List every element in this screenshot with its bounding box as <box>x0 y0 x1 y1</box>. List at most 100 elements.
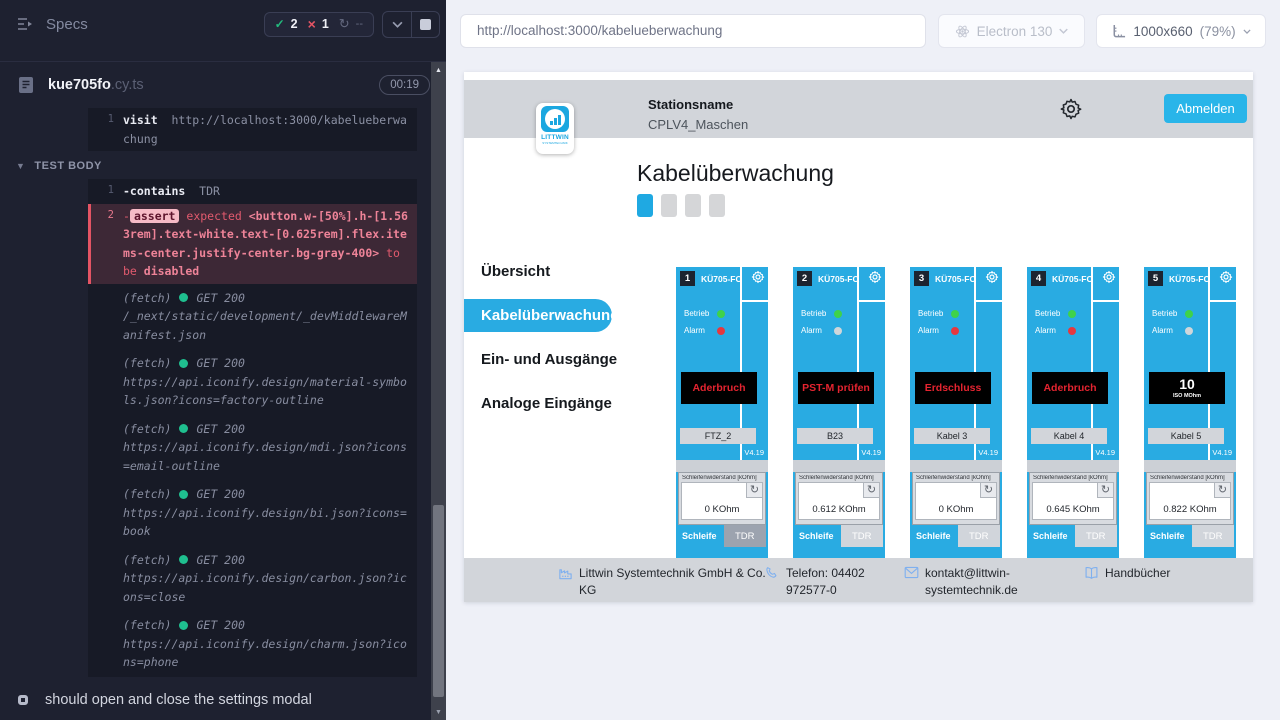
schleife-button[interactable]: Schleife <box>678 525 721 547</box>
page-title: Kabelüberwachung <box>637 160 834 187</box>
rack-tab-rack-2[interactable] <box>661 194 677 217</box>
sidebar-item-übersicht[interactable]: Übersicht <box>464 249 620 293</box>
rack-tab-rack-3[interactable] <box>685 194 701 217</box>
resistance-value-box: ↻ 0.612 KOhm <box>798 482 880 520</box>
visit-command-row[interactable]: 1 visit http://localhost:3000/kabelueber… <box>88 108 417 151</box>
sidebar-item-kabelüberwachung[interactable]: Kabelüberwachung <box>464 299 612 332</box>
alarm-text: Erdschluss <box>925 382 982 394</box>
refresh-icon[interactable]: ↻ <box>1214 483 1230 498</box>
resistance-panel: Schleifenwiderstand [kOhm] ↻ 0.612 KOhm <box>795 472 883 525</box>
tdr-button[interactable]: TDR <box>958 525 1001 547</box>
firmware-version: V4.19 <box>744 448 764 457</box>
stop-icon <box>420 19 431 30</box>
betrieb-label: Betrieb <box>801 309 834 318</box>
assert-state: disabled <box>144 264 199 278</box>
ruler-icon <box>1111 24 1126 39</box>
scroll-down-arrow[interactable]: ▼ <box>431 704 446 720</box>
device-card: 3 KÜ705-FO Betrieb Alarm Erdschluss Kabe… <box>910 267 1002 558</box>
schleife-button[interactable]: Schleife <box>912 525 955 547</box>
station-label: Stationsname <box>648 97 748 112</box>
fetch-log-row[interactable]: (fetch) GET 200 https://api.iconify.desi… <box>88 415 417 481</box>
collapse-chevron-button[interactable] <box>383 12 411 37</box>
fetch-label: (fetch) <box>123 551 171 570</box>
assert-failed-row[interactable]: 2 -assert expected <button.w-[50%].h-[1.… <box>88 204 417 284</box>
footer-text[interactable]: Handbücher <box>1105 565 1215 582</box>
logout-button[interactable]: Abmelden <box>1164 94 1247 123</box>
fetch-log-row[interactable]: (fetch) GET 200 /_next/static/developmen… <box>88 284 417 350</box>
refresh-icon[interactable]: ↻ <box>980 483 996 498</box>
failed-icon: × <box>308 16 316 32</box>
resistance-label: Schleifenwiderstand [kOhm] <box>682 475 763 481</box>
fetch-log-row[interactable]: (fetch) GET 200 https://api.iconify.desi… <box>88 611 417 677</box>
card-bottom-bar <box>910 547 1002 558</box>
fetch-log-row[interactable]: (fetch) GET 200 https://api.iconify.desi… <box>88 349 417 415</box>
card-settings-gear-icon[interactable] <box>868 270 882 284</box>
status-display: 10 ISO MOhm <box>1149 372 1225 404</box>
rack-tab-rack-1[interactable] <box>637 194 653 217</box>
rack-tab-rack-4[interactable] <box>709 194 725 217</box>
card-settings-gear-icon[interactable] <box>1102 270 1116 284</box>
fetch-url: /_next/static/development/_devMiddleware… <box>123 307 407 344</box>
card-settings-gear-icon[interactable] <box>1219 270 1233 284</box>
betrieb-led <box>1185 310 1193 318</box>
url-input[interactable]: http://localhost:3000/kabelueberwachung <box>460 14 926 48</box>
iso-value: 10 <box>1179 377 1195 392</box>
schleife-button[interactable]: Schleife <box>795 525 838 547</box>
chevron-down-icon: ▼ <box>16 161 25 171</box>
firmware-version: V4.19 <box>1212 448 1232 457</box>
device-card: 4 KÜ705-FO Betrieb Alarm Aderbruch Kabel… <box>1027 267 1119 558</box>
device-card: 1 KÜ705-FO Betrieb Alarm Aderbruch FTZ_2 <box>676 267 768 558</box>
refresh-icon[interactable]: ↻ <box>746 483 762 498</box>
footer-text[interactable]: kontakt@littwin-systemtechnik.de <box>925 565 1037 599</box>
cable-name: FTZ_2 <box>680 428 756 444</box>
stop-button[interactable] <box>411 12 439 37</box>
schleife-button[interactable]: Schleife <box>1146 525 1189 547</box>
alarm-led <box>1185 327 1193 335</box>
scroll-up-arrow[interactable]: ▲ <box>431 62 446 78</box>
betrieb-led <box>834 310 842 318</box>
command-name: -contains <box>123 184 185 198</box>
status-ok-dot <box>179 555 188 564</box>
card-settings-gear-icon[interactable] <box>751 270 765 284</box>
reporter-scrollbar[interactable]: ▲ ▼ <box>431 62 446 720</box>
station-value: CPLV4_Maschen <box>648 117 748 132</box>
status-ok-dot <box>179 490 188 499</box>
card-settings-gear-icon[interactable] <box>985 270 999 284</box>
spec-file-row[interactable]: kue705fo.cy.ts 00:19 <box>0 62 446 108</box>
fetch-log-row[interactable]: (fetch) GET 200 https://api.iconify.desi… <box>88 480 417 546</box>
tdr-button[interactable]: TDR <box>841 525 884 547</box>
resistance-label: Schleifenwiderstand [kOhm] <box>799 475 880 481</box>
fetch-log-row[interactable]: (fetch) GET 200 https://api.iconify.desi… <box>88 546 417 612</box>
contains-command-row[interactable]: 1 -contains TDR <box>88 179 417 204</box>
settings-gear-icon[interactable] <box>1059 97 1083 121</box>
fetch-url: https://api.iconify.design/carbon.json?i… <box>123 569 407 606</box>
betrieb-led <box>1068 310 1076 318</box>
status-display: PST-M prüfen <box>798 372 874 404</box>
footer-item: Handbücher <box>1084 565 1215 582</box>
specs-menu-icon[interactable] <box>16 16 36 32</box>
scrollbar-thumb[interactable] <box>433 505 444 697</box>
browser-select[interactable]: Electron 130 <box>938 14 1085 48</box>
resistance-value-box: ↻ 0 KOhm <box>681 482 763 520</box>
firmware-version: V4.19 <box>861 448 881 457</box>
test-body-section-header[interactable]: ▼ TEST BODY <box>16 160 446 172</box>
refresh-icon[interactable]: ↻ <box>1097 483 1113 498</box>
refresh-icon[interactable]: ↻ <box>863 483 879 498</box>
sidebar-item-analoge-eingänge[interactable]: Analoge Eingänge <box>464 381 620 425</box>
divider <box>1027 460 1119 472</box>
alarm-label: Alarm <box>1152 326 1185 335</box>
tdr-button[interactable]: TDR <box>724 525 767 547</box>
spec-file-icon <box>16 75 36 95</box>
footer-text[interactable]: Telefon: 04402 972577-0 <box>786 565 888 599</box>
sidebar-item-ein-und-ausgänge[interactable]: Ein- und Ausgänge <box>464 337 620 381</box>
schleife-button[interactable]: Schleife <box>1029 525 1072 547</box>
fetch-status: GET 200 <box>196 616 244 635</box>
aut-toolbar: http://localhost:3000/kabelueberwachung … <box>446 0 1280 64</box>
tdr-button[interactable]: TDR <box>1075 525 1118 547</box>
footer-item: Telefon: 04402 972577-0 <box>765 565 888 599</box>
tdr-button[interactable]: TDR <box>1192 525 1235 547</box>
station-info: Stationsname CPLV4_Maschen <box>648 97 748 132</box>
pending-test-row[interactable]: should open and close the settings modal <box>0 677 446 720</box>
spec-file-name: kue705fo.cy.ts <box>48 77 379 93</box>
viewport-dropdown[interactable]: 1000x660 (79%) <box>1096 14 1266 48</box>
